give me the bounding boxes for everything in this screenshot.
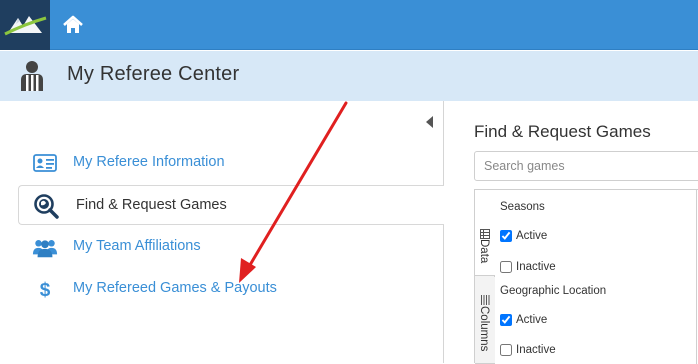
find-games-panel: Find & Request Games Data bbox=[445, 101, 698, 364]
filter-option-label: Inactive bbox=[516, 344, 556, 356]
tab-data-label: Data bbox=[478, 239, 490, 264]
sidebar-item-find-request-games[interactable]: Find & Request Games bbox=[18, 185, 444, 225]
location-inactive-checkbox[interactable] bbox=[500, 344, 512, 356]
referee-icon bbox=[17, 60, 47, 92]
filter-list: Seasons Active Inactive Geographic Locat… bbox=[497, 190, 697, 364]
sidebar-item-label: Find & Request Games bbox=[76, 197, 227, 213]
columns-icon bbox=[480, 292, 490, 305]
seasons-active-checkbox[interactable] bbox=[500, 230, 512, 242]
id-card-icon bbox=[32, 150, 58, 176]
top-navigation-bar bbox=[0, 0, 698, 50]
sidebar-item-team-affiliations[interactable]: My Team Affiliations bbox=[18, 227, 444, 267]
home-icon[interactable] bbox=[60, 12, 86, 38]
sidebar-item-label: My Referee Information bbox=[73, 154, 225, 170]
side-tabs: Data Columns bbox=[475, 190, 495, 364]
filter-option[interactable]: Active bbox=[500, 230, 547, 242]
search-globe-icon bbox=[33, 193, 59, 219]
panel-title: Find & Request Games bbox=[474, 122, 651, 141]
table-icon bbox=[480, 226, 490, 239]
filter-panel: Data Columns Seasons Active Inactive Geo… bbox=[474, 189, 698, 364]
filter-group-title: Geographic Location bbox=[500, 285, 607, 297]
search-games-input[interactable] bbox=[474, 151, 698, 181]
dollar-icon: $ bbox=[32, 276, 58, 302]
filter-option[interactable]: Inactive bbox=[500, 344, 556, 356]
tab-columns-label: Columns bbox=[478, 306, 490, 352]
filter-option[interactable]: Inactive bbox=[500, 261, 556, 273]
location-active-checkbox[interactable] bbox=[500, 314, 512, 326]
tab-columns[interactable]: Columns bbox=[475, 277, 495, 364]
tab-data[interactable]: Data bbox=[475, 190, 495, 276]
mountain-logo-icon[interactable] bbox=[0, 0, 50, 50]
filter-option-label: Active bbox=[516, 230, 548, 242]
sidebar-item-referee-information[interactable]: My Referee Information bbox=[18, 143, 444, 183]
filter-option-label: Inactive bbox=[516, 261, 556, 273]
sidebar-item-label: My Team Affiliations bbox=[73, 238, 201, 254]
sidebar-item-label: My Refereed Games & Payouts bbox=[73, 280, 277, 296]
seasons-inactive-checkbox[interactable] bbox=[500, 261, 512, 273]
filter-option[interactable]: Active bbox=[500, 314, 547, 326]
svg-text:$: $ bbox=[40, 280, 51, 301]
people-icon bbox=[32, 234, 58, 260]
filter-option-label: Active bbox=[516, 314, 548, 326]
page-title: My Referee Center bbox=[67, 63, 240, 85]
sidebar-item-refereed-games-payouts[interactable]: $ My Refereed Games & Payouts bbox=[18, 269, 444, 309]
chevron-left-icon[interactable] bbox=[424, 115, 434, 129]
filter-group-title: Seasons bbox=[500, 201, 545, 213]
page-header: My Referee Center bbox=[0, 51, 698, 101]
